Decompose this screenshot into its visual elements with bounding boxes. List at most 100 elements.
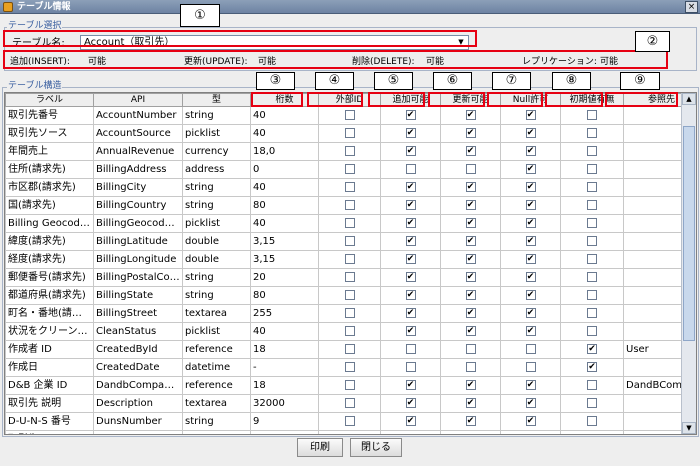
- table-row[interactable]: 取引先番号 AccountNumber string 40 ✔ ✔ ✔: [5, 106, 696, 125]
- col-createable-cell: ✔: [380, 412, 441, 431]
- col-external-id-cell: [318, 358, 381, 377]
- col-api-cell: BillingStreet: [93, 304, 183, 323]
- col-type-cell: textarea: [182, 304, 251, 323]
- col-type-cell: reference: [182, 376, 251, 395]
- col-length-cell: 9: [250, 412, 319, 431]
- scroll-thumb[interactable]: [683, 126, 695, 341]
- col-nillable-cell: [500, 358, 561, 377]
- col-external-id-cell: [318, 340, 381, 359]
- col-default-value-cell: [560, 232, 624, 251]
- checked-checkbox-icon: ✔: [465, 433, 476, 434]
- col-type-header[interactable]: 型: [182, 93, 251, 107]
- table-row[interactable]: 市区郡(請求先) BillingCity string 40 ✔ ✔ ✔: [5, 178, 696, 197]
- col-nillable-cell: ✔: [500, 430, 561, 434]
- col-updateable-cell: ✔: [440, 196, 501, 215]
- col-external-id-cell: [318, 412, 381, 431]
- col-updateable-cell: ✔: [440, 412, 501, 431]
- col-nillable-cell: ✔: [500, 178, 561, 197]
- print-button[interactable]: 印刷: [297, 438, 343, 457]
- col-default-value-cell: [560, 430, 624, 434]
- table-row[interactable]: 取引先 説明 Description textarea 32000 ✔ ✔ ✔: [5, 394, 696, 413]
- col-length-cell: 20: [250, 268, 319, 287]
- vertical-scrollbar[interactable]: ▲ ▼: [681, 93, 696, 434]
- table-row[interactable]: 作成日 CreatedDate datetime - ✔: [5, 358, 696, 377]
- col-updateable-cell: [440, 340, 501, 359]
- col-nillable-cell: ✔: [500, 268, 561, 287]
- scroll-up-icon[interactable]: ▲: [682, 93, 696, 105]
- col-nillable-cell: [500, 340, 561, 359]
- unchecked-checkbox-icon: [587, 379, 597, 390]
- annotation-marker-4: ④: [315, 72, 354, 90]
- col-type-cell: picklist: [182, 214, 251, 233]
- annotation-box-5: [368, 92, 425, 107]
- table-row[interactable]: 住所(請求先) BillingAddress address 0 ✔: [5, 160, 696, 179]
- table-row[interactable]: 町名・番地(請求先) BillingStreet textarea 255 ✔ ✔ ✔: [5, 304, 696, 323]
- table-row[interactable]: 作成者 ID CreatedById reference 18 ✔ User: [5, 340, 696, 359]
- col-type-cell: textarea: [182, 394, 251, 413]
- col-label-header[interactable]: ラベル: [5, 93, 94, 107]
- col-length-cell: -: [250, 358, 319, 377]
- table-row[interactable]: 取引先ソース AccountSource picklist 40 ✔ ✔ ✔: [5, 124, 696, 143]
- unchecked-checkbox-icon: [344, 343, 355, 354]
- unchecked-checkbox-icon: [587, 433, 597, 434]
- table-row[interactable]: 郵便番号(請求先) BillingPostalCode string 20 ✔ ✔ ✔: [5, 268, 696, 287]
- col-label-cell: 郵便番号(請求先): [5, 268, 94, 287]
- checked-checkbox-icon: ✔: [525, 307, 536, 318]
- col-external-id-cell: [318, 196, 381, 215]
- col-createable-cell: [380, 358, 441, 377]
- table-row[interactable]: 状況をクリーンア... CleanStatus picklist 40 ✔ ✔ ✔: [5, 322, 696, 341]
- col-type-cell: currency: [182, 142, 251, 161]
- col-updateable-cell: ✔: [440, 322, 501, 341]
- col-type-cell: picklist: [182, 124, 251, 143]
- col-api-header[interactable]: API: [93, 93, 183, 107]
- col-createable-cell: ✔: [380, 430, 441, 434]
- table-row[interactable]: 国(請求先) BillingCountry string 80 ✔ ✔ ✔: [5, 196, 696, 215]
- col-default-value-cell: [560, 412, 624, 431]
- col-api-cell: AccountNumber: [93, 106, 183, 125]
- checked-checkbox-icon: ✔: [405, 271, 416, 282]
- unchecked-checkbox-icon: [587, 109, 597, 120]
- col-createable-cell: ✔: [380, 142, 441, 161]
- col-api-cell: BillingLongitude: [93, 250, 183, 269]
- table-row[interactable]: 年間売上 AnnualRevenue currency 18,0 ✔ ✔ ✔: [5, 142, 696, 161]
- checked-checkbox-icon: ✔: [525, 433, 536, 434]
- col-nillable-cell: ✔: [500, 250, 561, 269]
- table-row[interactable]: D-U-N-S 番号 DunsNumber string 9 ✔ ✔ ✔: [5, 412, 696, 431]
- table-row[interactable]: 経度(請求先) BillingLongitude double 3,15 ✔ ✔ ✔: [5, 250, 696, 269]
- col-api-cell: BillingCity: [93, 178, 183, 197]
- unchecked-checkbox-icon: [344, 307, 355, 318]
- checked-checkbox-icon: ✔: [465, 199, 476, 210]
- unchecked-checkbox-icon: [587, 289, 597, 300]
- unchecked-checkbox-icon: [344, 325, 355, 336]
- col-type-cell: phone: [182, 430, 251, 434]
- unchecked-checkbox-icon: [344, 415, 355, 426]
- scroll-down-icon[interactable]: ▼: [682, 422, 696, 434]
- unchecked-checkbox-icon: [405, 361, 416, 372]
- table-row[interactable]: 都道府県(請求先) BillingState string 80 ✔ ✔ ✔: [5, 286, 696, 305]
- annotation-box-8: [545, 92, 603, 107]
- checked-checkbox-icon: ✔: [525, 181, 536, 192]
- unchecked-checkbox-icon: [587, 145, 597, 156]
- columns-grid: ラベル API 型桁数 外部ID 追加可能 更新可能 Null許可 初期値有無 参照先 取引先番…: [4, 92, 697, 435]
- table-row[interactable]: 取引先 FaxFaxphone40 ✔ ✔ ✔: [5, 430, 696, 434]
- close-icon[interactable]: ×: [685, 1, 698, 13]
- annotation-marker-8: ⑧: [552, 72, 591, 90]
- table-row[interactable]: D&B 企業 ID DandbCompanyId reference 18 ✔ ✔ ✔ Dan…: [5, 376, 696, 395]
- col-external-id-cell: [318, 286, 381, 305]
- checked-checkbox-icon: ✔: [405, 145, 416, 156]
- col-length-cell: 3,15: [250, 250, 319, 269]
- checked-checkbox-icon: ✔: [405, 379, 416, 390]
- checked-checkbox-icon: ✔: [405, 397, 416, 408]
- col-createable-cell: [380, 160, 441, 179]
- col-nillable-cell: ✔: [500, 124, 561, 143]
- unchecked-checkbox-icon: [587, 127, 597, 138]
- close-button[interactable]: 閉じる: [350, 438, 402, 457]
- checked-checkbox-icon: ✔: [465, 397, 476, 408]
- table-row[interactable]: Billing Geocode ...BillingGeocodeAc...pi…: [5, 214, 696, 233]
- table-body: 取引先番号 AccountNumber string 40 ✔ ✔ ✔ 取引先ソース Accou…: [5, 106, 696, 434]
- unchecked-checkbox-icon: [587, 235, 597, 246]
- col-updateable-cell: ✔: [440, 214, 501, 233]
- unchecked-checkbox-icon: [587, 271, 597, 282]
- unchecked-checkbox-icon: [587, 397, 597, 408]
- table-row[interactable]: 緯度(請求先) BillingLatitude double 3,15 ✔ ✔ ✔: [5, 232, 696, 251]
